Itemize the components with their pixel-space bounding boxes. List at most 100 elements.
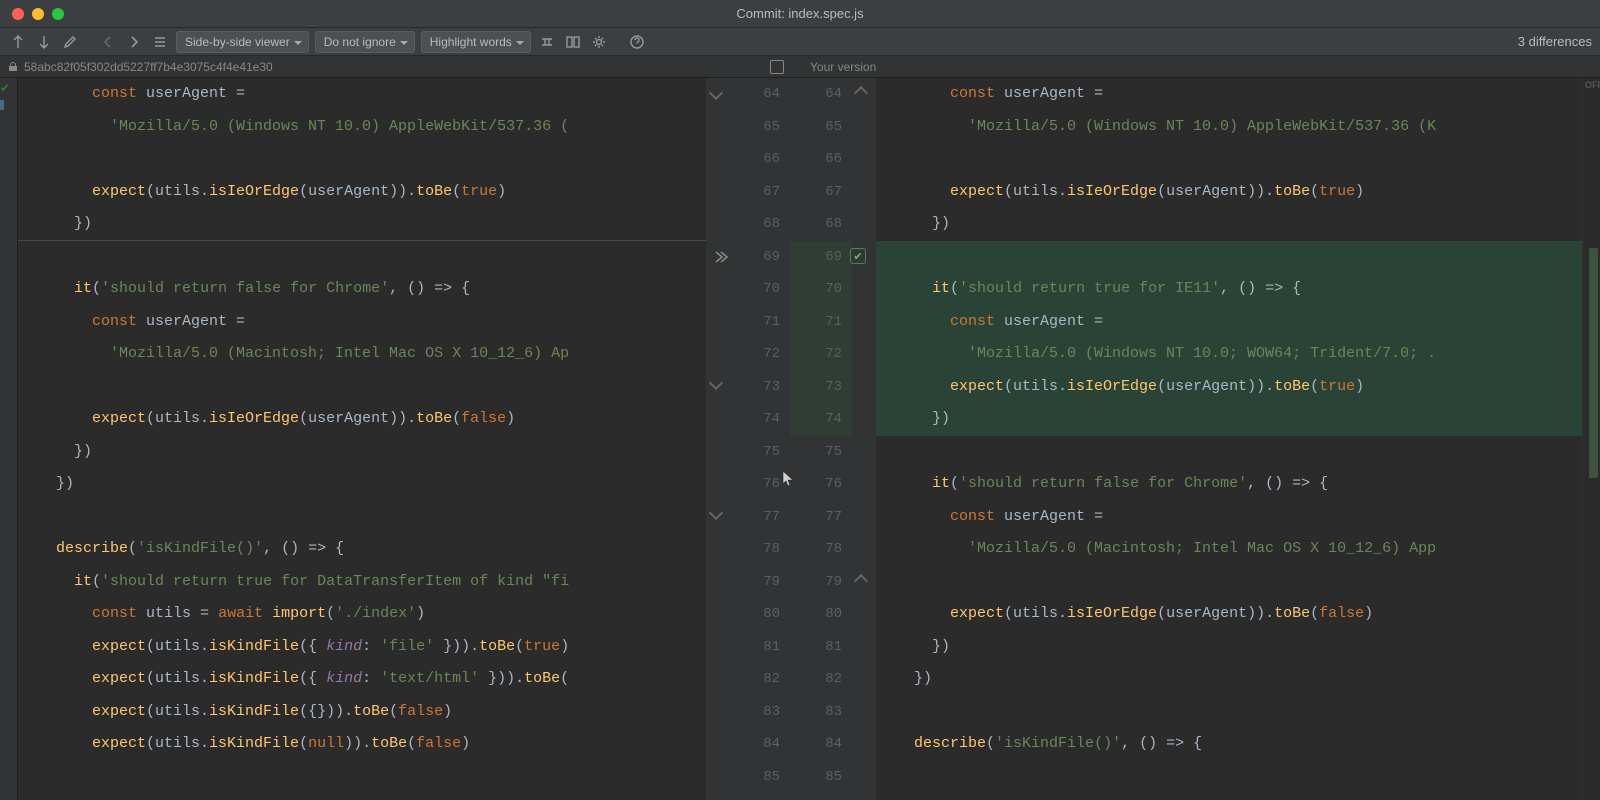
line-number: 78 xyxy=(728,541,790,557)
line-number: 80 xyxy=(790,606,852,622)
left-editor[interactable]: const userAgent = 'Mozilla/5.0 (Windows … xyxy=(18,78,706,800)
code-line[interactable]: 'Mozilla/5.0 (Windows NT 10.0) AppleWebK… xyxy=(18,111,706,144)
view-mode-dropdown[interactable]: Side-by-side viewer xyxy=(176,31,309,53)
code-line[interactable]: expect(utils.isKindFile({ kind: 'text/ht… xyxy=(18,663,706,696)
code-line[interactable]: it('should return false for Chrome', () … xyxy=(18,273,706,306)
code-line[interactable]: expect(utils.isKindFile(null)).toBe(fals… xyxy=(18,728,706,761)
line-number: 81 xyxy=(790,639,852,655)
code-line[interactable]: it('should return true for IE11', () => … xyxy=(876,273,1582,306)
code-line[interactable]: }) xyxy=(18,208,706,241)
code-line[interactable]: }) xyxy=(876,631,1582,664)
line-number: 66 xyxy=(728,151,790,167)
help-icon[interactable] xyxy=(627,32,647,52)
line-number: 80 xyxy=(728,606,790,622)
prev-file-icon[interactable] xyxy=(8,32,28,52)
code-line[interactable]: const userAgent = xyxy=(18,306,706,339)
close-window-icon[interactable] xyxy=(12,8,24,20)
collapse-icon[interactable] xyxy=(537,32,557,52)
code-line[interactable]: const userAgent = xyxy=(876,306,1582,339)
lock-icon xyxy=(8,62,18,72)
code-line[interactable] xyxy=(18,143,706,176)
line-number: 83 xyxy=(790,704,852,720)
line-number: 70 xyxy=(790,281,852,297)
maximize-window-icon[interactable] xyxy=(52,8,64,20)
code-line[interactable] xyxy=(876,241,1582,274)
right-scrollbar-thumb[interactable] xyxy=(1589,248,1598,478)
code-line[interactable] xyxy=(18,241,706,274)
code-line[interactable]: const userAgent = xyxy=(18,78,706,111)
code-line[interactable] xyxy=(876,696,1582,729)
fold-icon[interactable] xyxy=(854,574,868,588)
code-line[interactable]: expect(utils.isIeOrEdge(userAgent)).toBe… xyxy=(876,598,1582,631)
code-line[interactable] xyxy=(18,501,706,534)
right-marker-gutter[interactable]: OFF xyxy=(1582,78,1600,800)
line-number: 78 xyxy=(790,541,852,557)
diff-toolbar: Side-by-side viewer Do not ignore Highli… xyxy=(0,28,1600,56)
line-number: 82 xyxy=(728,671,790,687)
fold-icon[interactable] xyxy=(709,376,723,390)
inspection-off-label: OFF xyxy=(1585,80,1600,90)
fold-icon[interactable] xyxy=(709,506,723,520)
code-line[interactable] xyxy=(876,143,1582,176)
code-line[interactable]: expect(utils.isIeOrEdge(userAgent)).toBe… xyxy=(18,176,706,209)
code-line[interactable]: describe('isKindFile()', () => { xyxy=(18,533,706,566)
checkmark-icon: ✔ xyxy=(0,81,10,95)
line-number: 69 xyxy=(790,249,852,265)
edit-icon[interactable] xyxy=(60,32,80,52)
code-line[interactable]: }) xyxy=(876,403,1582,436)
code-line[interactable]: expect(utils.isIeOrEdge(userAgent)).toBe… xyxy=(18,403,706,436)
code-line[interactable] xyxy=(876,436,1582,469)
line-number: 79 xyxy=(790,574,852,590)
code-line[interactable]: }) xyxy=(18,468,706,501)
code-line[interactable]: it('should return true for DataTransferI… xyxy=(18,566,706,599)
list-icon[interactable] xyxy=(150,32,170,52)
sync-scroll-icon[interactable] xyxy=(563,32,583,52)
line-number: 77 xyxy=(790,509,852,525)
line-number: 72 xyxy=(728,346,790,362)
diff-count-label: 3 differences xyxy=(1518,34,1592,49)
fold-icon[interactable] xyxy=(854,86,868,100)
line-number: 64 xyxy=(790,86,852,102)
next-file-icon[interactable] xyxy=(34,32,54,52)
code-line[interactable]: 'Mozilla/5.0 (Macintosh; Intel Mac OS X … xyxy=(876,533,1582,566)
code-line[interactable]: it('should return false for Chrome', () … xyxy=(876,468,1582,501)
code-line[interactable]: const utils = await import('./index') xyxy=(18,598,706,631)
prev-diff-icon[interactable] xyxy=(98,32,118,52)
code-line[interactable]: expect(utils.isKindFile({ kind: 'file' }… xyxy=(18,631,706,664)
left-version-checkbox[interactable] xyxy=(770,60,784,74)
code-line[interactable]: expect(utils.isKindFile({})).toBe(false) xyxy=(18,696,706,729)
next-diff-icon[interactable] xyxy=(124,32,144,52)
settings-icon[interactable] xyxy=(589,32,609,52)
code-line[interactable]: }) xyxy=(876,663,1582,696)
code-line[interactable]: describe('isKindFile()', () => { xyxy=(876,728,1582,761)
code-line[interactable]: 'Mozilla/5.0 (Macintosh; Intel Mac OS X … xyxy=(18,338,706,371)
code-line[interactable]: 'Mozilla/5.0 (Windows NT 10.0) AppleWebK… xyxy=(876,111,1582,144)
code-line[interactable]: expect(utils.isIeOrEdge(userAgent)).toBe… xyxy=(876,176,1582,209)
line-number: 77 xyxy=(728,509,790,525)
code-line[interactable]: const userAgent = xyxy=(876,501,1582,534)
minimize-window-icon[interactable] xyxy=(32,8,44,20)
code-line[interactable]: }) xyxy=(18,436,706,469)
line-number: 69 xyxy=(728,249,790,265)
line-number: 73 xyxy=(790,379,852,395)
fold-icon[interactable] xyxy=(709,86,723,100)
code-line[interactable]: const userAgent = xyxy=(876,78,1582,111)
cursor-pointer-icon xyxy=(782,470,796,491)
line-number: 66 xyxy=(790,151,852,167)
highlight-dropdown[interactable]: Highlight words xyxy=(421,31,531,53)
line-number: 64 xyxy=(728,86,790,102)
code-line[interactable]: }) xyxy=(876,208,1582,241)
line-number: 67 xyxy=(790,184,852,200)
line-number: 85 xyxy=(790,769,852,785)
change-checkbox-icon[interactable] xyxy=(850,248,866,264)
line-number: 65 xyxy=(790,119,852,135)
line-number: 68 xyxy=(790,216,852,232)
titlebar: Commit: index.spec.js xyxy=(0,0,1600,28)
code-line[interactable]: expect(utils.isIeOrEdge(userAgent)).toBe… xyxy=(876,371,1582,404)
code-line[interactable] xyxy=(18,371,706,404)
code-line[interactable]: 'Mozilla/5.0 (Windows NT 10.0; WOW64; Tr… xyxy=(876,338,1582,371)
accept-change-icon[interactable] xyxy=(712,248,730,269)
whitespace-dropdown[interactable]: Do not ignore xyxy=(315,31,415,53)
right-editor[interactable]: const userAgent = 'Mozilla/5.0 (Windows … xyxy=(876,78,1582,800)
code-line[interactable] xyxy=(876,566,1582,599)
